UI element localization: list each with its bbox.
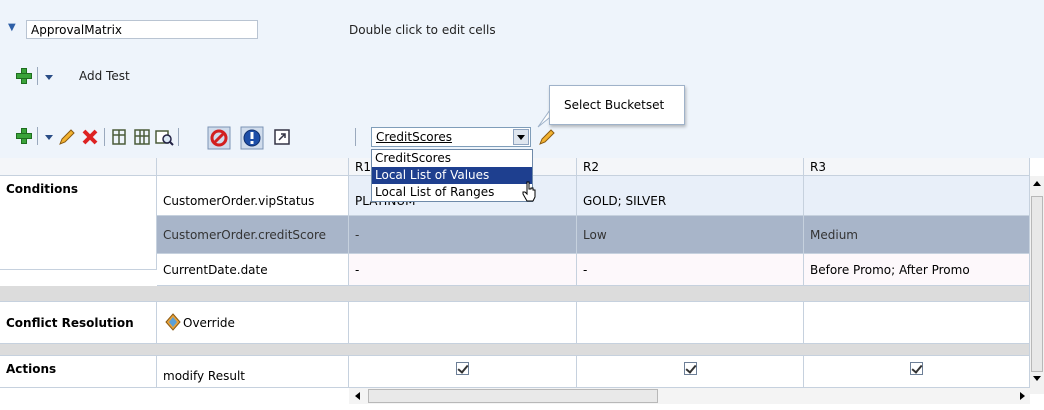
table-cell[interactable] — [804, 356, 1030, 388]
chevron-down-icon[interactable] — [45, 75, 53, 80]
dropdown-option-highlighted[interactable]: Local List of Values — [372, 167, 532, 184]
bucketset-select[interactable]: CreditScores — [371, 127, 531, 147]
override-label: Override — [183, 316, 235, 330]
table-cell[interactable]: GOLD; SILVER — [577, 176, 804, 216]
table-cell[interactable]: - — [577, 254, 804, 286]
find-gaps-icon[interactable] — [154, 127, 174, 147]
add-icon[interactable] — [15, 127, 33, 145]
vertical-scroll-thumb[interactable] — [1031, 196, 1043, 372]
matrix-name-field[interactable]: ApprovalMatrix — [26, 20, 258, 39]
collapse-icon[interactable]: ▼ — [8, 22, 16, 33]
table-cell[interactable] — [804, 176, 1030, 216]
action-checkbox[interactable] — [456, 362, 469, 375]
chevron-down-icon[interactable] — [45, 135, 53, 140]
dropdown-option[interactable]: Local List of Ranges — [372, 184, 532, 201]
separator — [104, 128, 105, 146]
expand-icon[interactable] — [272, 127, 292, 147]
section-divider — [0, 286, 1030, 302]
header-spacer — [157, 158, 349, 176]
table-cell[interactable] — [349, 356, 577, 388]
condition-label[interactable]: CustomerOrder.vipStatus — [157, 176, 349, 216]
section-label-conflict: Conflict Resolution — [0, 302, 157, 344]
table-cell[interactable]: Before Promo; After Promo — [804, 254, 1030, 286]
add-test-icon[interactable] — [15, 67, 33, 85]
tooltip: Select Bucketset — [549, 85, 685, 125]
table-cell[interactable]: Low — [577, 216, 804, 254]
condition-label[interactable]: CurrentDate.date — [157, 254, 349, 286]
separator — [37, 127, 38, 145]
table-cell[interactable] — [577, 356, 804, 388]
edit-pencil-icon[interactable] — [57, 127, 77, 147]
column-header[interactable]: R3 — [804, 158, 1030, 176]
bucketset-select-value: CreditScores — [376, 130, 452, 144]
scroll-right-icon[interactable] — [1020, 392, 1025, 400]
conflict-check-icon[interactable] — [240, 126, 264, 150]
conflict-resolution-cell[interactable]: Override — [157, 302, 349, 344]
condition-label[interactable]: CustomerOrder.creditScore — [157, 216, 349, 254]
action-checkbox[interactable] — [910, 362, 923, 375]
delete-icon[interactable] — [80, 127, 100, 147]
scroll-down-icon[interactable] — [1033, 376, 1041, 381]
table-cell[interactable] — [577, 302, 804, 344]
action-label[interactable]: modify Result — [157, 356, 349, 388]
disable-icon[interactable] — [207, 126, 231, 150]
scroll-left-icon[interactable] — [355, 392, 360, 400]
action-checkbox[interactable] — [684, 362, 697, 375]
add-test-button[interactable]: Add Test — [79, 69, 130, 83]
footer-blank — [0, 388, 349, 410]
table-cell[interactable]: - — [349, 254, 577, 286]
table-cell[interactable] — [349, 302, 577, 344]
separator — [178, 128, 179, 146]
scroll-up-icon[interactable] — [1033, 181, 1041, 186]
mouse-pointer-icon — [522, 181, 536, 202]
separator — [355, 128, 356, 146]
column-header[interactable]: R2 — [577, 158, 804, 176]
edit-hint: Double click to edit cells — [349, 23, 496, 37]
section-label-actions: Actions — [0, 356, 157, 388]
split-table-icon[interactable] — [109, 127, 129, 147]
bucketset-dropdown-list: CreditScores Local List of Values Local … — [371, 149, 533, 202]
section-divider — [0, 344, 1030, 356]
table-cell[interactable] — [804, 302, 1030, 344]
override-icon — [165, 313, 181, 331]
table-cell[interactable]: - — [349, 216, 577, 254]
edit-bucketset-icon[interactable] — [537, 127, 557, 147]
dropdown-option[interactable]: CreditScores — [372, 150, 532, 167]
horizontal-scroll-thumb[interactable] — [368, 389, 658, 403]
chevron-down-icon[interactable] — [513, 129, 529, 145]
separator — [37, 67, 38, 85]
header-spacer — [0, 158, 157, 176]
merge-table-icon[interactable] — [132, 127, 152, 147]
table-cell[interactable]: Medium — [804, 216, 1030, 254]
section-label-conditions: Conditions — [0, 176, 157, 270]
